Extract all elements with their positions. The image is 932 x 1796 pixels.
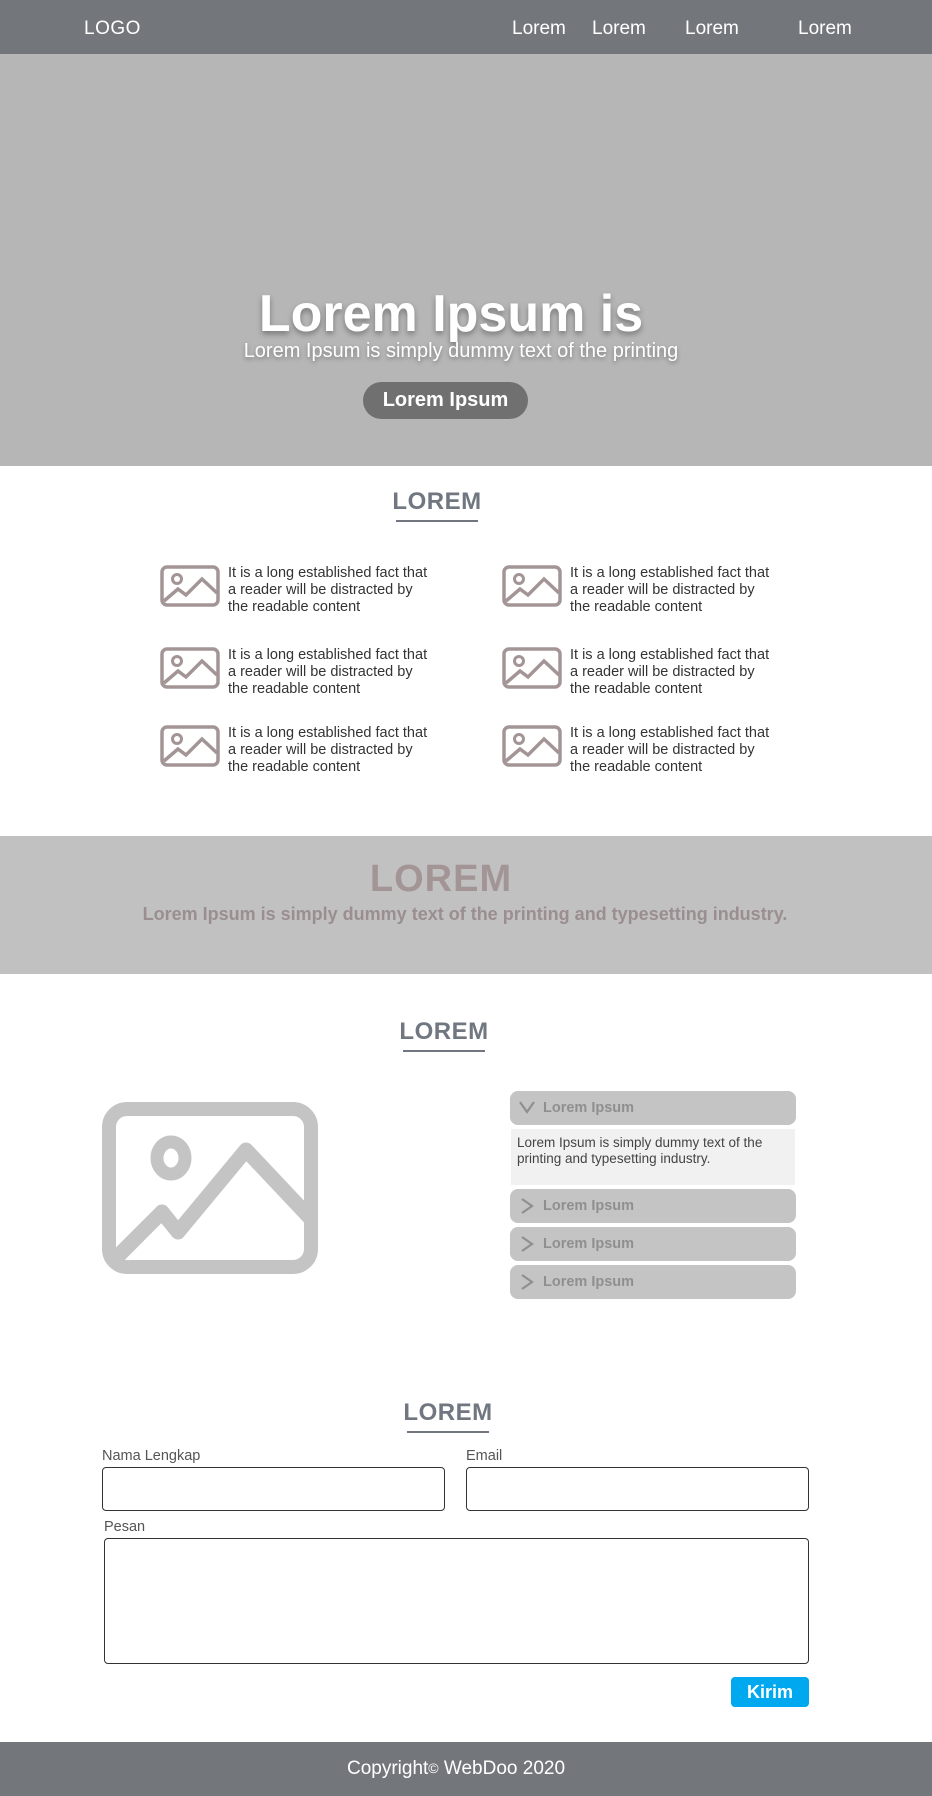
footer: Copyright© WebDoo 2020 xyxy=(0,1742,932,1796)
feature-text: It is a long established fact that a rea… xyxy=(228,725,428,775)
banner-text: Lorem Ipsum is simply dummy text of the … xyxy=(142,904,788,924)
copyright-icon: © xyxy=(428,1760,439,1776)
accordion-header-2[interactable]: Lorem Ipsum xyxy=(510,1189,796,1223)
contact-title: LOREM xyxy=(382,1399,514,1433)
banner-title: LOREM xyxy=(369,858,513,900)
features-title-underline xyxy=(396,520,478,522)
feature-item: It is a long established fact that a rea… xyxy=(502,565,802,635)
image-icon xyxy=(502,565,562,607)
footer-copyright-text: Copyright xyxy=(346,1758,429,1779)
faq-title: LOREM xyxy=(378,1018,510,1052)
feature-text: It is a long established fact that a rea… xyxy=(228,647,428,697)
contact-title-underline xyxy=(407,1431,489,1433)
features-title: LOREM xyxy=(371,488,503,522)
logo[interactable]: LOGO xyxy=(84,18,141,40)
submit-button[interactable]: Kirim xyxy=(731,1677,809,1707)
chevron-right-icon xyxy=(521,1198,534,1214)
feature-item: It is a long established fact that a rea… xyxy=(502,647,802,717)
accordion-content-text: Lorem Ipsum is simply dummy text of the … xyxy=(517,1135,763,1166)
feature-text: It is a long established fact that a rea… xyxy=(228,565,428,615)
feature-item: It is a long established fact that a rea… xyxy=(502,725,802,795)
image-icon xyxy=(160,565,220,607)
faq-title-text: LOREM xyxy=(399,1018,489,1045)
hero-subtitle: Lorem Ipsum is simply dummy text of the … xyxy=(243,340,679,362)
image-icon xyxy=(102,1102,318,1274)
hero-title: Lorem Ipsum is xyxy=(258,285,644,343)
accordion-header-1[interactable]: Lorem Ipsum xyxy=(510,1091,796,1125)
hero-section: Lorem Ipsum is Lorem Ipsum is simply dum… xyxy=(0,54,932,466)
hero-cta-button[interactable]: Lorem Ipsum xyxy=(363,382,528,419)
chevron-right-icon xyxy=(521,1236,534,1252)
message-label: Pesan xyxy=(104,1519,146,1535)
nav-link-4[interactable]: Lorem xyxy=(798,18,852,40)
email-input[interactable] xyxy=(466,1467,809,1511)
name-label: Nama Lengkap xyxy=(102,1448,201,1464)
nav-link-2[interactable]: Lorem xyxy=(592,18,646,40)
image-icon xyxy=(502,725,562,767)
feature-text: It is a long established fact that a rea… xyxy=(570,565,770,615)
top-navbar: LOGO Lorem Lorem Lorem Lorem xyxy=(0,0,932,54)
contact-title-text: LOREM xyxy=(403,1399,493,1426)
banner-section: LOREM Lorem Ipsum is simply dummy text o… xyxy=(0,836,932,974)
email-label: Email xyxy=(466,1448,503,1464)
accordion-header-4[interactable]: Lorem Ipsum xyxy=(510,1265,796,1299)
message-textarea[interactable] xyxy=(104,1538,809,1664)
accordion-content-1: Lorem Ipsum is simply dummy text of the … xyxy=(511,1129,795,1185)
footer-company-year: WebDoo 2020 xyxy=(438,1758,566,1779)
feature-text: It is a long established fact that a rea… xyxy=(570,647,770,697)
faq-title-underline xyxy=(403,1050,485,1052)
nav-link-3[interactable]: Lorem xyxy=(685,18,739,40)
accordion-header-label: Lorem Ipsum xyxy=(543,1198,635,1214)
feature-item: It is a long established fact that a rea… xyxy=(160,565,460,635)
feature-text: It is a long established fact that a rea… xyxy=(570,725,770,775)
features-title-text: LOREM xyxy=(392,488,482,515)
image-icon xyxy=(160,725,220,767)
feature-item: It is a long established fact that a rea… xyxy=(160,647,460,717)
image-icon xyxy=(502,647,562,689)
feature-item: It is a long established fact that a rea… xyxy=(160,725,460,795)
nav-link-1[interactable]: Lorem xyxy=(512,18,566,40)
chevron-down-icon xyxy=(519,1101,535,1114)
accordion-header-label: Lorem Ipsum xyxy=(543,1236,635,1252)
accordion-header-label: Lorem Ipsum xyxy=(543,1274,635,1290)
footer-copyright: Copyright© WebDoo 2020 xyxy=(0,1758,922,1780)
image-icon xyxy=(160,647,220,689)
accordion-header-label: Lorem Ipsum xyxy=(543,1100,635,1116)
chevron-right-icon xyxy=(521,1274,534,1290)
accordion-header-3[interactable]: Lorem Ipsum xyxy=(510,1227,796,1261)
name-input[interactable] xyxy=(102,1467,445,1511)
